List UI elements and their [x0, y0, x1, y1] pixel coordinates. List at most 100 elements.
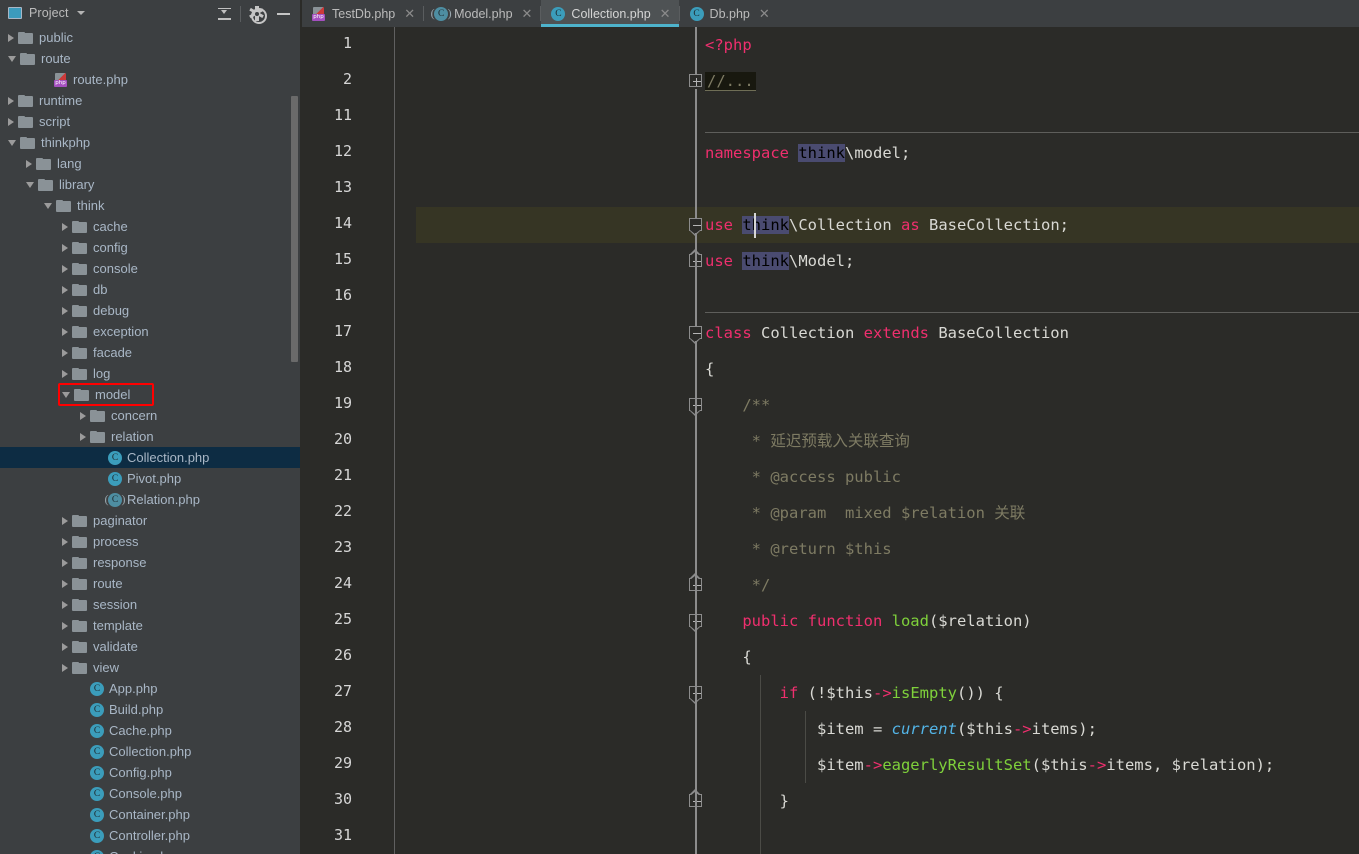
chevron-right-icon[interactable] — [62, 264, 68, 273]
tree-file-app-php[interactable]: C App.php — [0, 678, 302, 699]
code-line-22[interactable]: * @param mixed $relation 关联 — [302, 495, 1359, 531]
code-line-1[interactable]: <?php — [302, 27, 1359, 63]
chevron-right-icon[interactable] — [62, 306, 68, 315]
code-line-25[interactable]: public function load($relation) — [302, 603, 1359, 639]
fold-collapse-icon[interactable] — [689, 218, 704, 236]
tree-folder-concern[interactable]: concern — [0, 405, 302, 426]
tree-file-controller-php[interactable]: C Controller.php — [0, 825, 302, 846]
code-line-20[interactable]: * 延迟预载入关联查询 — [302, 423, 1359, 459]
tree-folder-response[interactable]: response — [0, 552, 302, 573]
code-line-14[interactable]: use think\Collection as BaseCollection; — [302, 207, 1359, 243]
tree-file-collection-php[interactable]: C Collection.php — [0, 447, 302, 468]
tree-folder-thinkphp[interactable]: thinkphp — [0, 132, 302, 153]
settings-button[interactable] — [244, 1, 270, 27]
fold-collapse-icon[interactable] — [689, 326, 704, 344]
code-content[interactable]: <?php//... namespace think\model; use thin… — [302, 27, 1359, 854]
close-icon[interactable]: ✕ — [759, 7, 770, 20]
editor-tab-collection-php[interactable]: C Collection.php ✕ — [541, 0, 679, 27]
chevron-right-icon[interactable] — [62, 558, 68, 567]
chevron-right-icon[interactable] — [8, 96, 14, 105]
tree-folder-session[interactable]: session — [0, 594, 302, 615]
collapse-all-button[interactable] — [211, 1, 237, 27]
tree-folder-paginator[interactable]: paginator — [0, 510, 302, 531]
chevron-right-icon[interactable] — [80, 432, 86, 441]
chevron-right-icon[interactable] — [62, 642, 68, 651]
chevron-right-icon[interactable] — [62, 579, 68, 588]
tree-file-console-php[interactable]: C Console.php — [0, 783, 302, 804]
code-line-29[interactable]: $item->eagerlyResultSet($this->items, $r… — [302, 747, 1359, 783]
chevron-down-icon[interactable] — [76, 11, 85, 15]
hide-panel-button[interactable] — [270, 1, 296, 27]
code-line-15[interactable]: use think\Model; — [302, 243, 1359, 279]
tree-folder-lang[interactable]: lang — [0, 153, 302, 174]
chevron-right-icon[interactable] — [62, 222, 68, 231]
chevron-right-icon[interactable] — [8, 33, 14, 42]
chevron-right-icon[interactable] — [62, 621, 68, 630]
close-icon[interactable]: ✕ — [404, 7, 415, 20]
chevron-right-icon[interactable] — [62, 537, 68, 546]
tree-folder-runtime[interactable]: runtime — [0, 90, 302, 111]
chevron-down-icon[interactable] — [62, 391, 70, 398]
fold-expand-icon[interactable] — [689, 74, 704, 89]
tree-file-route-php[interactable]: route.php — [0, 69, 302, 90]
editor-tab-db-php[interactable]: C Db.php ✕ — [680, 0, 778, 27]
tree-folder-console[interactable]: console — [0, 258, 302, 279]
code-line-28[interactable]: $item = current($this->items); — [302, 711, 1359, 747]
tree-folder-debug[interactable]: debug — [0, 300, 302, 321]
code-line-13[interactable] — [302, 171, 1359, 207]
tree-folder-think[interactable]: think — [0, 195, 302, 216]
tree-file-pivot-php[interactable]: C Pivot.php — [0, 468, 302, 489]
close-icon[interactable]: ✕ — [522, 7, 533, 20]
chevron-right-icon[interactable] — [62, 369, 68, 378]
tree-file-collection-php[interactable]: C Collection.php — [0, 741, 302, 762]
code-line-2[interactable]: //... — [302, 63, 1359, 99]
code-line-27[interactable]: if (!$this->isEmpty()) { — [302, 675, 1359, 711]
project-file-tree[interactable]: publicrouteroute.phpruntimescriptthinkph… — [0, 27, 302, 854]
code-line-26[interactable]: { — [302, 639, 1359, 675]
tree-folder-config[interactable]: config — [0, 237, 302, 258]
editor-tab-model-php[interactable]: CModel.php ✕ — [424, 0, 540, 27]
code-line-18[interactable]: { — [302, 351, 1359, 387]
tree-folder-db[interactable]: db — [0, 279, 302, 300]
chevron-right-icon[interactable] — [62, 600, 68, 609]
tree-folder-route[interactable]: route — [0, 573, 302, 594]
tree-file-relation-php[interactable]: CRelation.php — [0, 489, 302, 510]
sidebar-scrollbar[interactable] — [291, 96, 298, 362]
tree-folder-template[interactable]: template — [0, 615, 302, 636]
code-line-17[interactable]: class Collection extends BaseCollection — [302, 315, 1359, 351]
tree-folder-relation[interactable]: relation — [0, 426, 302, 447]
tree-folder-model[interactable]: model — [0, 384, 302, 405]
tree-folder-process[interactable]: process — [0, 531, 302, 552]
chevron-down-icon[interactable] — [8, 139, 16, 146]
chevron-down-icon[interactable] — [44, 202, 52, 209]
editor-tab-testdb-php[interactable]: TestDb.php ✕ — [302, 0, 423, 27]
tree-folder-view[interactable]: view — [0, 657, 302, 678]
chevron-right-icon[interactable] — [80, 411, 86, 420]
tree-file-build-php[interactable]: C Build.php — [0, 699, 302, 720]
code-line-31[interactable] — [302, 819, 1359, 854]
code-line-21[interactable]: * @access public — [302, 459, 1359, 495]
code-line-24[interactable]: */ — [302, 567, 1359, 603]
chevron-right-icon[interactable] — [62, 663, 68, 672]
tree-folder-cache[interactable]: cache — [0, 216, 302, 237]
chevron-right-icon[interactable] — [62, 327, 68, 336]
code-line-16[interactable] — [302, 279, 1359, 315]
chevron-down-icon[interactable] — [8, 55, 16, 62]
chevron-down-icon[interactable] — [26, 181, 34, 188]
tree-file-cache-php[interactable]: C Cache.php — [0, 720, 302, 741]
tree-folder-validate[interactable]: validate — [0, 636, 302, 657]
tree-folder-facade[interactable]: facade — [0, 342, 302, 363]
code-line-23[interactable]: * @return $this — [302, 531, 1359, 567]
code-line-12[interactable]: namespace think\model; — [302, 135, 1359, 171]
tree-folder-route[interactable]: route — [0, 48, 302, 69]
chevron-right-icon[interactable] — [62, 285, 68, 294]
chevron-right-icon[interactable] — [26, 159, 32, 168]
tree-folder-script[interactable]: script — [0, 111, 302, 132]
tree-folder-public[interactable]: public — [0, 27, 302, 48]
tree-folder-library[interactable]: library — [0, 174, 302, 195]
tree-folder-log[interactable]: log — [0, 363, 302, 384]
chevron-right-icon[interactable] — [62, 243, 68, 252]
tree-file-config-php[interactable]: C Config.php — [0, 762, 302, 783]
code-line-11[interactable] — [302, 99, 1359, 135]
chevron-right-icon[interactable] — [62, 348, 68, 357]
